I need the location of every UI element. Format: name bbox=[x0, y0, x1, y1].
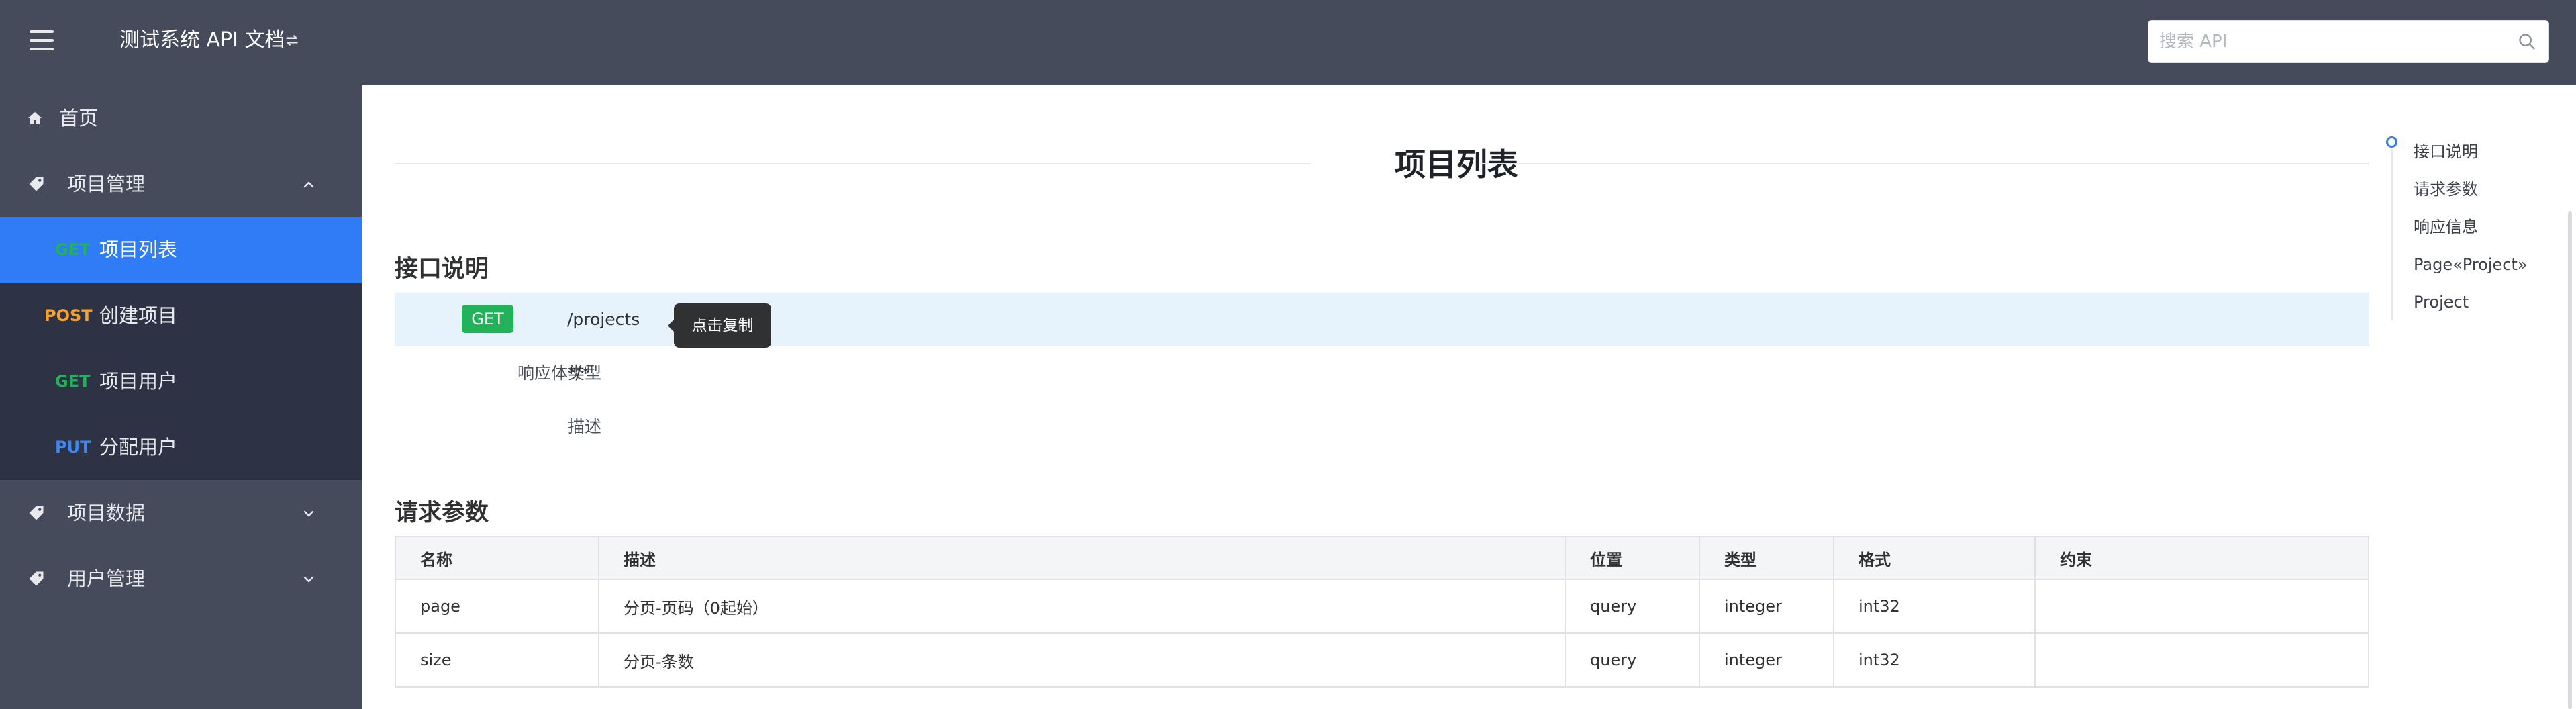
table-header-cell: 约束 bbox=[2034, 536, 2369, 580]
table-cell: query bbox=[1565, 632, 1700, 688]
menu-toggle-icon[interactable] bbox=[30, 30, 55, 50]
sidebar-group-project-management[interactable]: 项目管理 bbox=[0, 151, 362, 217]
sidebar-item-home[interactable]: 首页 bbox=[0, 85, 362, 151]
table-cell bbox=[2034, 579, 2369, 634]
table-header-cell: 描述 bbox=[598, 536, 1566, 580]
table-cell: query bbox=[1565, 579, 1700, 634]
sidebar-item-label: 首页 bbox=[59, 107, 99, 130]
sidebar-item-label: 分配用户 bbox=[99, 436, 178, 459]
switch-icon[interactable] bbox=[283, 32, 301, 49]
top-header: 测试系统 API 文档 bbox=[0, 0, 2576, 85]
toc-item-params[interactable]: 请求参数 bbox=[2414, 176, 2478, 203]
sidebar-item-label: 项目用户 bbox=[99, 370, 178, 393]
table-cell bbox=[2034, 632, 2369, 688]
toc-active-marker-icon bbox=[2386, 136, 2397, 148]
divider bbox=[395, 163, 1311, 164]
search-input[interactable] bbox=[2159, 21, 2508, 62]
toc-track bbox=[2391, 149, 2393, 320]
params-table: 名称 描述 位置 类型 格式 约束 page 分页-页码（0起始） query … bbox=[395, 536, 2369, 688]
sidebar-group-label: 用户管理 bbox=[67, 567, 146, 590]
table-header-cell: 位置 bbox=[1565, 536, 1700, 580]
method-badge: GET bbox=[55, 240, 91, 259]
scrollbar-thumb[interactable] bbox=[2568, 211, 2572, 709]
toc-item-page-project[interactable]: Page«Project» bbox=[2414, 251, 2528, 278]
table-cell: size bbox=[395, 632, 599, 688]
sidebar-group-project-data[interactable]: 项目数据 bbox=[0, 480, 362, 546]
table-row: size 分页-条数 query integer int32 bbox=[395, 632, 2369, 688]
method-badge: POST bbox=[44, 306, 93, 325]
search-box[interactable] bbox=[2148, 20, 2549, 63]
sidebar-item-project-users[interactable]: GET 项目用户 bbox=[0, 348, 362, 414]
copy-tooltip: 点击复制 bbox=[668, 303, 771, 348]
tag-icon bbox=[29, 571, 44, 586]
sidebar-group-label: 项目数据 bbox=[67, 502, 146, 524]
endpoint-row-content: GET /projects 点击复制 bbox=[395, 293, 2369, 348]
sidebar-group-label: 项目管理 bbox=[67, 173, 146, 195]
page-title: 项目列表 bbox=[1395, 146, 1518, 183]
table-cell: int32 bbox=[1833, 632, 2036, 688]
table-cell: 分页-条数 bbox=[598, 632, 1566, 688]
table-row: page 分页-页码（0起始） query integer int32 bbox=[395, 579, 2369, 634]
chevron-up-icon bbox=[303, 181, 314, 188]
table-cell: integer bbox=[1699, 632, 1834, 688]
table-cell: 分页-页码（0起始） bbox=[598, 579, 1566, 634]
app-title: 测试系统 API 文档 bbox=[119, 28, 285, 52]
description-row: 描述 bbox=[395, 400, 2369, 454]
search-icon[interactable] bbox=[2518, 32, 2536, 51]
table-header-cell: 名称 bbox=[395, 536, 599, 580]
table-header-cell: 格式 bbox=[1833, 536, 2036, 580]
sidebar-item-create-project[interactable]: POST 创建项目 bbox=[0, 283, 362, 348]
description-label: 描述 bbox=[567, 417, 601, 436]
table-cell: int32 bbox=[1833, 579, 2036, 634]
endpoint-path[interactable]: /projects bbox=[567, 293, 640, 346]
table-header-row: 名称 描述 位置 类型 格式 约束 bbox=[395, 536, 2369, 580]
method-badge: PUT bbox=[55, 438, 91, 457]
toc-item-response[interactable]: 响应信息 bbox=[2414, 214, 2478, 240]
sidebar-item-assign-users[interactable]: PUT 分配用户 bbox=[0, 414, 362, 480]
chevron-down-icon bbox=[303, 510, 314, 517]
submenu-project-management: GET 项目列表 POST 创建项目 GET 项目用户 PUT 分配用户 bbox=[0, 217, 362, 480]
toc-item-project[interactable]: Project bbox=[2414, 289, 2469, 316]
divider bbox=[1480, 163, 2369, 164]
home-icon bbox=[28, 112, 42, 124]
section-title-interface: 接口说明 bbox=[395, 256, 489, 283]
sidebar-item-project-list[interactable]: GET 项目列表 bbox=[0, 217, 362, 283]
toc-item-interface[interactable]: 接口说明 bbox=[2414, 138, 2478, 165]
chevron-down-icon bbox=[303, 576, 314, 583]
table-cell: integer bbox=[1699, 579, 1834, 634]
sidebar-group-user-management[interactable]: 用户管理 bbox=[0, 546, 362, 612]
sidebar-item-label: 创建项目 bbox=[99, 304, 178, 327]
response-type-row: 响应体类型 */* bbox=[395, 346, 2369, 400]
tag-icon bbox=[29, 177, 44, 191]
main-content: 项目列表 接口说明 GET /projects 点击复制 响应体类型 */* 描… bbox=[362, 85, 2576, 709]
response-type-value: */* bbox=[567, 363, 590, 383]
method-tag: GET bbox=[462, 305, 513, 333]
section-title-params: 请求参数 bbox=[395, 500, 489, 526]
table-of-contents: 接口说明 请求参数 响应信息 Page«Project» Project bbox=[2383, 134, 2576, 336]
table-cell: page bbox=[395, 579, 599, 634]
sidebar: 首页 项目管理 GET 项目列表 POST 创建项目 GET 项目用户 PUT … bbox=[0, 85, 362, 709]
sidebar-item-label: 项目列表 bbox=[99, 238, 178, 261]
method-badge: GET bbox=[55, 372, 91, 391]
table-header-cell: 类型 bbox=[1699, 536, 1834, 580]
tag-icon bbox=[29, 506, 44, 520]
